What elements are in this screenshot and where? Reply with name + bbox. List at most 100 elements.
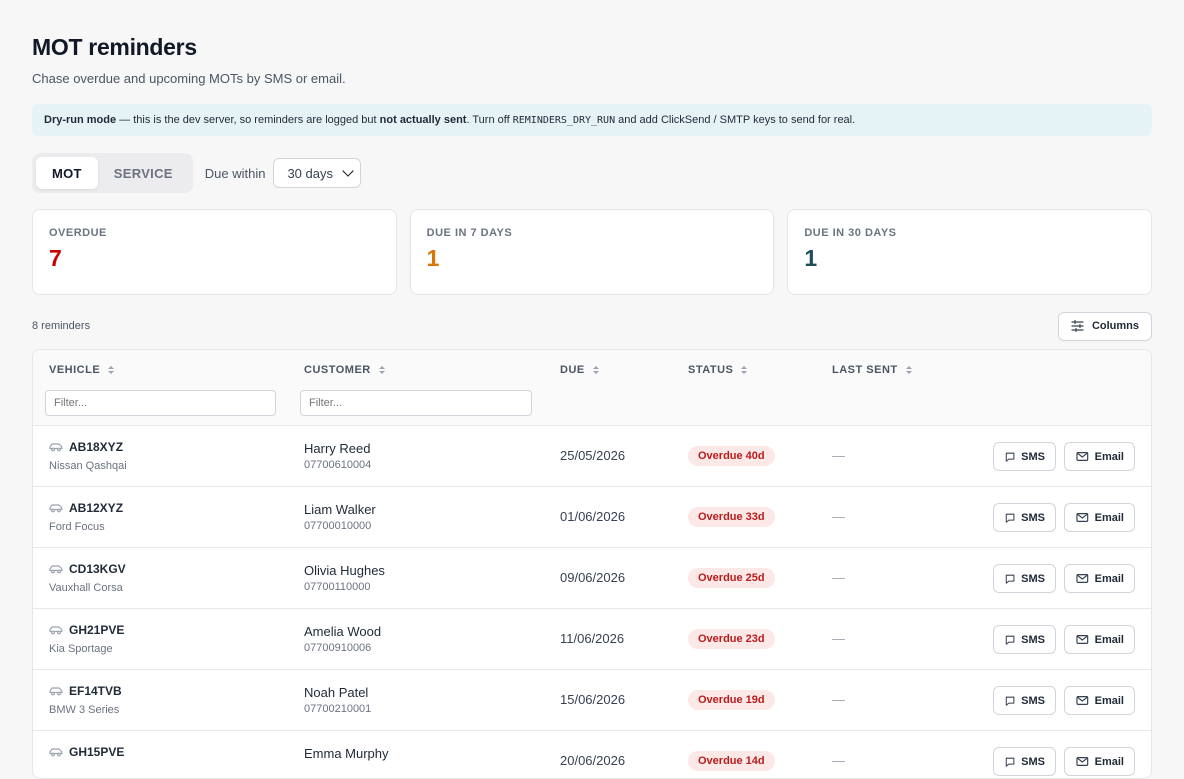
table-row: AB12XYZ Ford Focus Liam Walker 077000100… bbox=[33, 487, 1151, 548]
vehicle-cell: AB12XYZ Ford Focus bbox=[49, 501, 123, 533]
table-row: GH21PVE Kia Sportage Amelia Wood 0770091… bbox=[33, 609, 1151, 670]
car-icon bbox=[49, 687, 63, 696]
vehicle-model: BMW 3 Series bbox=[49, 704, 120, 716]
customer-cell: Noah Patel 07700210001 bbox=[304, 685, 371, 715]
send-email-button[interactable]: Email bbox=[1064, 625, 1135, 654]
reminders-table: VEHICLE CUSTOMER DUE STATUS LAST SENT Fi… bbox=[32, 349, 1152, 779]
due-within-select[interactable]: 30 days bbox=[273, 158, 362, 188]
stat-value: 1 bbox=[804, 245, 818, 271]
chevron-down-icon bbox=[342, 165, 355, 177]
customer-name: Emma Murphy bbox=[304, 746, 389, 761]
send-sms-button[interactable]: SMS bbox=[993, 442, 1056, 471]
status-badge: Overdue 19d bbox=[688, 690, 775, 710]
customer-name: Olivia Hughes bbox=[304, 563, 385, 578]
customer-cell: Amelia Wood 07700910006 bbox=[304, 624, 381, 654]
email-label: Email bbox=[1094, 694, 1124, 707]
car-icon bbox=[49, 565, 63, 574]
banner-code: REMINDERS_DRY_RUN bbox=[512, 114, 616, 126]
message-icon bbox=[1005, 574, 1015, 584]
send-sms-button[interactable]: SMS bbox=[993, 686, 1056, 715]
tab-mot[interactable]: MOT bbox=[36, 157, 98, 189]
list-toolbar: 8 reminders Columns bbox=[32, 311, 1152, 341]
car-icon bbox=[49, 626, 63, 635]
column-header-status[interactable]: STATUS bbox=[688, 364, 748, 376]
sort-icon bbox=[108, 366, 115, 374]
tab-service[interactable]: SERVICE bbox=[98, 157, 189, 189]
column-label: LAST SENT bbox=[832, 364, 898, 376]
mail-icon bbox=[1076, 696, 1089, 705]
table-header: VEHICLE CUSTOMER DUE STATUS LAST SENT bbox=[33, 350, 1151, 426]
columns-label: Columns bbox=[1091, 320, 1139, 332]
message-icon bbox=[1005, 513, 1015, 523]
table-row: AB18XYZ Nissan Qashqai Harry Reed 077006… bbox=[33, 426, 1151, 487]
status-badge: Overdue 23d bbox=[688, 629, 775, 649]
vehicle-reg: GH15PVE bbox=[69, 745, 125, 759]
customer-name: Harry Reed bbox=[304, 441, 371, 456]
send-email-button[interactable]: Email bbox=[1064, 747, 1135, 776]
email-label: Email bbox=[1094, 450, 1124, 463]
table-body: AB18XYZ Nissan Qashqai Harry Reed 077006… bbox=[33, 426, 1151, 778]
stat-label: Due in 30 days bbox=[804, 227, 897, 239]
stat-value: 1 bbox=[426, 245, 440, 271]
column-header-vehicle[interactable]: VEHICLE bbox=[49, 364, 115, 376]
send-email-button[interactable]: Email bbox=[1064, 503, 1135, 532]
sms-label: SMS bbox=[1021, 633, 1045, 646]
due-date: 09/06/2026 bbox=[560, 570, 626, 585]
send-sms-button[interactable]: SMS bbox=[993, 625, 1056, 654]
sort-icon bbox=[592, 366, 599, 374]
stat-label: Overdue bbox=[49, 227, 107, 239]
banner-mode: Dry-run mode bbox=[44, 114, 117, 126]
message-icon bbox=[1005, 635, 1015, 645]
vehicle-filter-input[interactable] bbox=[45, 390, 276, 416]
mail-icon bbox=[1076, 513, 1089, 522]
row-actions: SMS Email bbox=[993, 747, 1135, 776]
customer-phone: 07700010000 bbox=[304, 520, 372, 532]
vehicle-cell: GH15PVE bbox=[49, 745, 124, 765]
sort-icon bbox=[378, 366, 385, 374]
columns-button[interactable]: Columns bbox=[1057, 311, 1152, 341]
sms-label: SMS bbox=[1021, 450, 1045, 463]
banner-text-3: and add ClickSend / SMTP keys to send fo… bbox=[615, 114, 856, 126]
vehicle-cell: CD13KGV Vauxhall Corsa bbox=[49, 562, 126, 594]
customer-filter-input[interactable] bbox=[300, 390, 532, 416]
column-label: STATUS bbox=[688, 364, 734, 376]
status-badge: Overdue 33d bbox=[688, 507, 775, 527]
send-sms-button[interactable]: SMS bbox=[993, 503, 1056, 532]
vehicle-model: Nissan Qashqai bbox=[49, 460, 127, 472]
last-sent: — bbox=[832, 570, 845, 585]
sort-icon bbox=[741, 366, 748, 374]
sms-label: SMS bbox=[1021, 755, 1045, 768]
type-switch: MOT SERVICE bbox=[32, 153, 193, 193]
sort-icon bbox=[905, 366, 912, 374]
stat-card-due-7-days: Due in 7 days 1 bbox=[409, 209, 775, 295]
send-email-button[interactable]: Email bbox=[1064, 564, 1135, 593]
last-sent: — bbox=[832, 509, 845, 524]
vehicle-reg: EF14TVB bbox=[69, 684, 122, 698]
car-icon bbox=[49, 504, 63, 513]
car-icon bbox=[49, 748, 63, 757]
column-label: CUSTOMER bbox=[304, 364, 371, 376]
car-icon bbox=[49, 443, 63, 452]
due-date: 20/06/2026 bbox=[560, 753, 626, 768]
vehicle-cell: EF14TVB BMW 3 Series bbox=[49, 684, 122, 716]
column-label: DUE bbox=[560, 364, 585, 376]
send-email-button[interactable]: Email bbox=[1064, 442, 1135, 471]
customer-name: Noah Patel bbox=[304, 685, 369, 700]
column-header-due[interactable]: DUE bbox=[560, 364, 599, 376]
status-badge: Overdue 40d bbox=[688, 446, 775, 466]
send-sms-button[interactable]: SMS bbox=[993, 564, 1056, 593]
vehicle-reg: GH21PVE bbox=[69, 623, 125, 637]
last-sent: — bbox=[832, 631, 845, 646]
column-header-customer[interactable]: CUSTOMER bbox=[304, 364, 385, 376]
row-actions: SMS Email bbox=[993, 686, 1135, 715]
stat-card-overdue: Overdue 7 bbox=[32, 209, 397, 295]
row-actions: SMS Email bbox=[993, 503, 1135, 532]
send-sms-button[interactable]: SMS bbox=[993, 747, 1056, 776]
due-date: 25/05/2026 bbox=[560, 448, 626, 463]
send-email-button[interactable]: Email bbox=[1064, 686, 1135, 715]
column-header-last-sent[interactable]: LAST SENT bbox=[832, 364, 912, 376]
last-sent: — bbox=[832, 692, 845, 707]
customer-phone: 07700110000 bbox=[304, 581, 371, 593]
reminder-count: 8 reminders bbox=[32, 320, 91, 332]
status-badge: Overdue 25d bbox=[688, 568, 775, 588]
